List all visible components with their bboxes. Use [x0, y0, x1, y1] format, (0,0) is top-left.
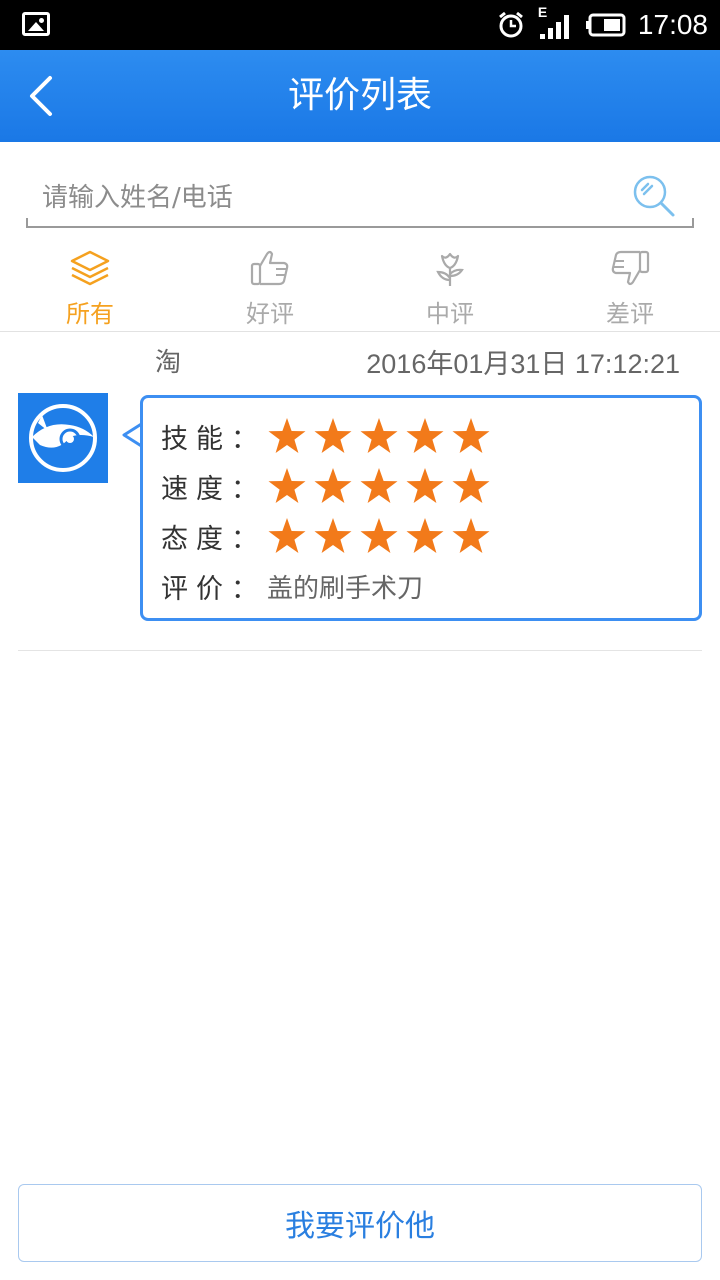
star-icon	[314, 418, 352, 453]
divider	[18, 650, 702, 651]
star-icon	[360, 468, 398, 503]
star-icon	[268, 518, 306, 553]
star-icon	[268, 468, 306, 503]
rating-label: 技能：	[161, 423, 266, 455]
tab-good[interactable]: 好评	[180, 242, 360, 331]
thumbs-down-icon	[611, 250, 650, 286]
star-icon	[314, 468, 352, 503]
star-icon	[406, 418, 444, 453]
rating-row-attitude: 态度：	[161, 516, 491, 556]
star-icon	[452, 418, 490, 453]
battery-icon	[585, 13, 626, 37]
star-icon	[452, 518, 490, 553]
star-icon	[406, 518, 444, 553]
back-button[interactable]	[16, 66, 76, 126]
rating-stars	[267, 516, 491, 556]
status-time: 17:08	[637, 9, 708, 40]
star-icon	[314, 518, 352, 553]
thumbs-up-icon	[250, 250, 289, 286]
alarm-icon	[498, 11, 523, 38]
reviewer-name: 淘	[155, 348, 182, 378]
comment-row: 评价： 盖的刷手术刀	[161, 566, 423, 606]
layers-icon	[70, 250, 110, 286]
tab-neutral[interactable]: 中评	[360, 242, 540, 331]
review-date: 2016年01月31日 17:12:21	[366, 349, 680, 379]
signal-icon: E	[538, 4, 574, 40]
tab-bad[interactable]: 差评	[540, 242, 720, 331]
rating-row-speed: 速度：	[161, 466, 491, 506]
search-bar	[26, 168, 694, 228]
rating-stars	[267, 416, 491, 456]
review-bubble: 技能： 速度： 态度： 评价： 盖的刷手术刀	[140, 395, 702, 621]
tab-label: 好评	[246, 300, 294, 328]
title-bar: 评价列表	[0, 50, 720, 142]
tab-label: 差评	[606, 300, 654, 328]
star-icon	[360, 418, 398, 453]
image-notification-icon	[22, 12, 50, 36]
rate-button[interactable]: 我要评价他	[18, 1184, 702, 1262]
page-title: 评价列表	[287, 75, 432, 116]
comment-label: 评价：	[161, 573, 266, 605]
star-icon	[268, 418, 306, 453]
rating-label: 速度：	[161, 473, 266, 505]
status-bar: E 17:08	[0, 0, 720, 50]
star-icon	[406, 468, 444, 503]
chevron-left-icon	[30, 76, 52, 116]
star-icon	[360, 518, 398, 553]
app-logo-icon	[29, 404, 97, 472]
comment-text: 盖的刷手术刀	[267, 573, 424, 604]
star-icon	[452, 468, 490, 503]
search-input[interactable]	[42, 174, 622, 222]
tab-all[interactable]: 所有	[0, 242, 180, 331]
tab-label: 中评	[426, 300, 474, 328]
tab-label: 所有	[66, 300, 114, 328]
review-item: 淘 2016年01月31日 17:12:21 技能： 速度： 态度： 评价： 盖…	[0, 334, 720, 652]
filter-tabs: 所有 好评 中评 差评	[0, 242, 720, 332]
avatar	[18, 393, 108, 483]
flower-icon	[436, 252, 464, 286]
rating-label: 态度：	[161, 523, 266, 555]
status-bar-right: E 17:08	[496, 4, 708, 44]
search-icon[interactable]	[630, 172, 678, 220]
rating-row-skill: 技能：	[161, 416, 491, 456]
rating-stars	[267, 466, 491, 506]
